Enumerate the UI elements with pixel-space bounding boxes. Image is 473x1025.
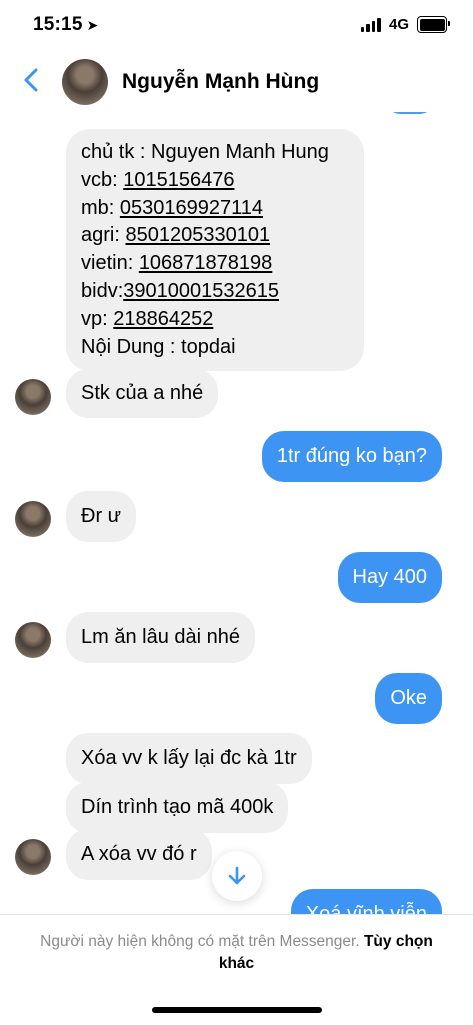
outgoing-message[interactable]: Oke: [375, 673, 442, 724]
account-number-link[interactable]: 218864252: [113, 308, 213, 330]
account-number-link[interactable]: 39010001532615: [123, 280, 279, 302]
incoming-message[interactable]: Đr ư: [66, 491, 137, 542]
message-line: bidv:39010001532615: [81, 279, 279, 302]
status-bar: 15:15 ➤ 4G: [0, 0, 473, 48]
contact-avatar[interactable]: [62, 59, 108, 105]
network-type: 4G: [388, 16, 409, 33]
message-line: agri: 8501205330101: [81, 224, 271, 247]
signal-icon: [360, 17, 381, 32]
sender-avatar[interactable]: [15, 501, 51, 537]
notice-text: Người này hiện không có mặt trên Messeng…: [40, 933, 360, 950]
incoming-message[interactable]: Stk của a nhé: [66, 369, 219, 418]
account-number-link[interactable]: 0530169927114: [120, 197, 263, 219]
chat-header: Nguyễn Mạnh Hùng: [0, 48, 473, 112]
message-line: vietin: 106871878198: [81, 252, 273, 275]
incoming-message[interactable]: Dín trình tạo mã 400k: [66, 782, 289, 833]
contact-name[interactable]: Nguyễn Mạnh Hùng: [122, 70, 319, 94]
message-line: vp: 218864252: [81, 307, 214, 330]
clock-text: 15:15: [33, 14, 83, 35]
account-number-link[interactable]: 106871878198: [139, 252, 272, 274]
status-indicators: 4G: [360, 16, 450, 33]
location-arrow-icon: ➤: [86, 17, 99, 33]
message-line: chủ tk : Nguyen Manh Hung: [81, 141, 329, 163]
unavailable-notice: Người này hiện không có mặt trên Messeng…: [24, 931, 449, 975]
account-number-link[interactable]: 8501205330101: [125, 224, 270, 246]
status-time: 15:15 ➤: [33, 14, 99, 36]
home-indicator[interactable]: [152, 1007, 322, 1013]
message-line: vcb: 1015156476: [81, 168, 235, 191]
incoming-message[interactable]: Xóa vv k lấy lại đc kà 1tr: [66, 733, 312, 784]
outgoing-message[interactable]: Hay 400: [337, 552, 442, 603]
account-number-link[interactable]: 1015156476: [123, 169, 234, 191]
incoming-message[interactable]: A xóa vv đó r: [66, 829, 212, 880]
outgoing-message[interactable]: 1tr đúng ko bạn?: [261, 431, 442, 482]
arrow-down-icon: [228, 866, 246, 885]
account-info-message[interactable]: chủ tk : Nguyen Manh Hung vcb: 101515647…: [66, 129, 364, 372]
scroll-to-bottom-button[interactable]: [212, 851, 262, 901]
sender-avatar[interactable]: [15, 839, 51, 875]
message-line: mb: 0530169927114: [81, 196, 264, 219]
message-line: Nội Dung : topdai: [81, 335, 236, 358]
back-arrow-icon[interactable]: [20, 68, 44, 92]
sender-avatar[interactable]: [15, 622, 51, 658]
composer-footer: Người này hiện không có mặt trên Messeng…: [0, 914, 473, 1025]
battery-icon: [417, 16, 450, 33]
incoming-message[interactable]: Lm ăn lâu dài nhé: [66, 612, 256, 663]
sender-avatar[interactable]: [15, 379, 51, 415]
